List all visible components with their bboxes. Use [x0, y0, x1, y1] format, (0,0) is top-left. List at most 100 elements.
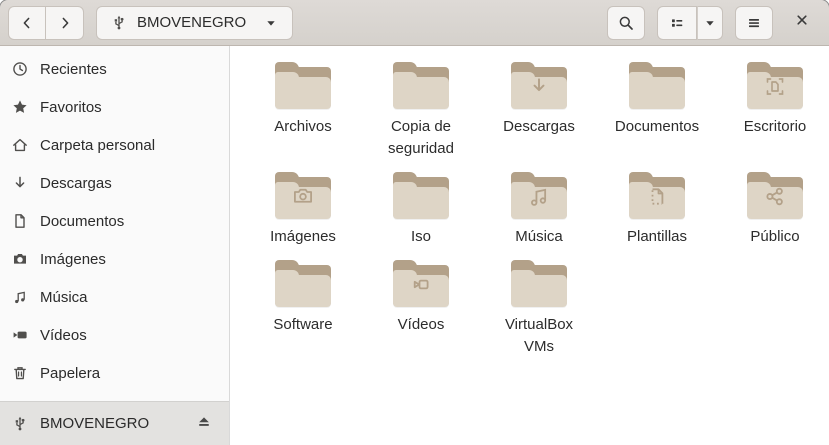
sidebar-item-descargas[interactable]: Descargas [0, 164, 229, 202]
document-icon [12, 213, 28, 229]
folder-icon [629, 172, 685, 219]
chevron-right-icon [57, 15, 73, 31]
sidebar-item-favoritos[interactable]: Favoritos [0, 88, 229, 126]
folder-plantillas[interactable]: Plantillas [598, 170, 716, 248]
usb-icon [111, 15, 127, 31]
folder-icon [629, 62, 685, 109]
view-options-button[interactable] [697, 6, 723, 40]
eject-icon [196, 413, 212, 434]
folder-icon [275, 260, 331, 307]
hamburger-menu-icon [746, 15, 762, 31]
folder-name: Software [273, 314, 332, 336]
download-icon [12, 175, 28, 191]
folder-archivos[interactable]: Archivos [244, 60, 362, 160]
file-manager-window: BMOVENEGRO [0, 0, 829, 445]
music-icon [12, 289, 28, 305]
video-emblem-icon [409, 272, 433, 301]
close-window-button[interactable] [787, 8, 817, 38]
star-icon [12, 99, 28, 115]
folder-name: VirtualBox VMs [489, 314, 589, 358]
music-emblem-icon [527, 184, 551, 213]
camera-emblem-icon [291, 184, 315, 213]
folder-descargas[interactable]: Descargas [480, 60, 598, 160]
home-icon [12, 137, 28, 153]
share-emblem-icon [763, 184, 787, 213]
pan-down-icon [703, 16, 717, 30]
sidebar-item-documentos[interactable]: Documentos [0, 202, 229, 240]
search-icon [618, 15, 634, 31]
folder-software[interactable]: Software [244, 258, 362, 358]
folder-icon [275, 62, 331, 109]
folder-name: Público [750, 226, 799, 248]
sidebar-item-device[interactable]: BMOVENEGRO [0, 401, 229, 445]
close-icon [794, 12, 810, 33]
sidebar: Recientes Favoritos Carpeta personal Descar… [0, 46, 230, 445]
folder-iso[interactable]: Iso [362, 170, 480, 248]
desktop-emblem-icon [763, 74, 787, 103]
folder-name: Copia de seguridad [371, 116, 471, 160]
folder-copia-de-seguridad[interactable]: Copia de seguridad [362, 60, 480, 160]
sidebar-item-label: Descargas [40, 175, 112, 192]
forward-button[interactable] [46, 6, 84, 40]
folder-name: Archivos [274, 116, 332, 138]
folder-icon [747, 62, 803, 109]
folder-name: Plantillas [627, 226, 687, 248]
sidebar-list: Recientes Favoritos Carpeta personal Descar… [0, 46, 229, 392]
templates-emblem-icon [645, 184, 669, 213]
folder-name: Iso [411, 226, 431, 248]
window-body: Recientes Favoritos Carpeta personal Descar… [0, 46, 829, 445]
folder-publico[interactable]: Público [716, 170, 829, 248]
device-label: BMOVENEGRO [40, 415, 179, 432]
folder-icon [275, 172, 331, 219]
back-button[interactable] [8, 6, 46, 40]
sidebar-item-label: Imágenes [40, 251, 106, 268]
folder-musica[interactable]: Música [480, 170, 598, 248]
eject-button[interactable] [191, 411, 217, 437]
location-label: BMOVENEGRO [137, 14, 246, 31]
camera-icon [12, 251, 28, 267]
sidebar-item-imagenes[interactable]: Imágenes [0, 240, 229, 278]
sidebar-item-label: Vídeos [40, 327, 87, 344]
folder-imagenes[interactable]: Imágenes [244, 170, 362, 248]
search-button[interactable] [607, 6, 645, 40]
menu-button[interactable] [735, 6, 773, 40]
trash-icon [12, 365, 28, 381]
sidebar-item-papelera[interactable]: Papelera [0, 354, 229, 392]
folder-name: Documentos [615, 116, 699, 138]
sidebar-item-carpeta-personal[interactable]: Carpeta personal [0, 126, 229, 164]
folder-name: Escritorio [744, 116, 807, 138]
sidebar-item-label: Recientes [40, 61, 107, 78]
sidebar-item-label: Documentos [40, 213, 124, 230]
sidebar-item-label: Papelera [40, 365, 100, 382]
download-emblem-icon [527, 74, 551, 103]
folder-name: Vídeos [398, 314, 445, 336]
folder-videos[interactable]: Vídeos [362, 258, 480, 358]
header-bar: BMOVENEGRO [0, 0, 829, 46]
folder-icon [393, 260, 449, 307]
list-view-button[interactable] [657, 6, 697, 40]
folder-icon [511, 172, 567, 219]
folder-icon [747, 172, 803, 219]
folder-documentos[interactable]: Documentos [598, 60, 716, 160]
folder-icon [511, 260, 567, 307]
folder-name: Descargas [503, 116, 575, 138]
folder-icon [393, 62, 449, 109]
pan-down-icon [264, 16, 278, 30]
usb-icon [12, 416, 28, 432]
sidebar-item-musica[interactable]: Música [0, 278, 229, 316]
video-icon [12, 327, 28, 343]
list-view-icon [669, 15, 685, 31]
clock-icon [12, 61, 28, 77]
sidebar-item-label: Música [40, 289, 88, 306]
folder-virtualbox-vms[interactable]: VirtualBox VMs [480, 258, 598, 358]
folder-escritorio[interactable]: Escritorio [716, 60, 829, 160]
location-button[interactable]: BMOVENEGRO [96, 6, 293, 40]
sidebar-item-label: Favoritos [40, 99, 102, 116]
folder-name: Música [515, 226, 563, 248]
history-buttons [8, 6, 84, 40]
chevron-left-icon [19, 15, 35, 31]
folder-icon [393, 172, 449, 219]
sidebar-item-recientes[interactable]: Recientes [0, 50, 229, 88]
folder-name: Imágenes [270, 226, 336, 248]
sidebar-item-videos[interactable]: Vídeos [0, 316, 229, 354]
